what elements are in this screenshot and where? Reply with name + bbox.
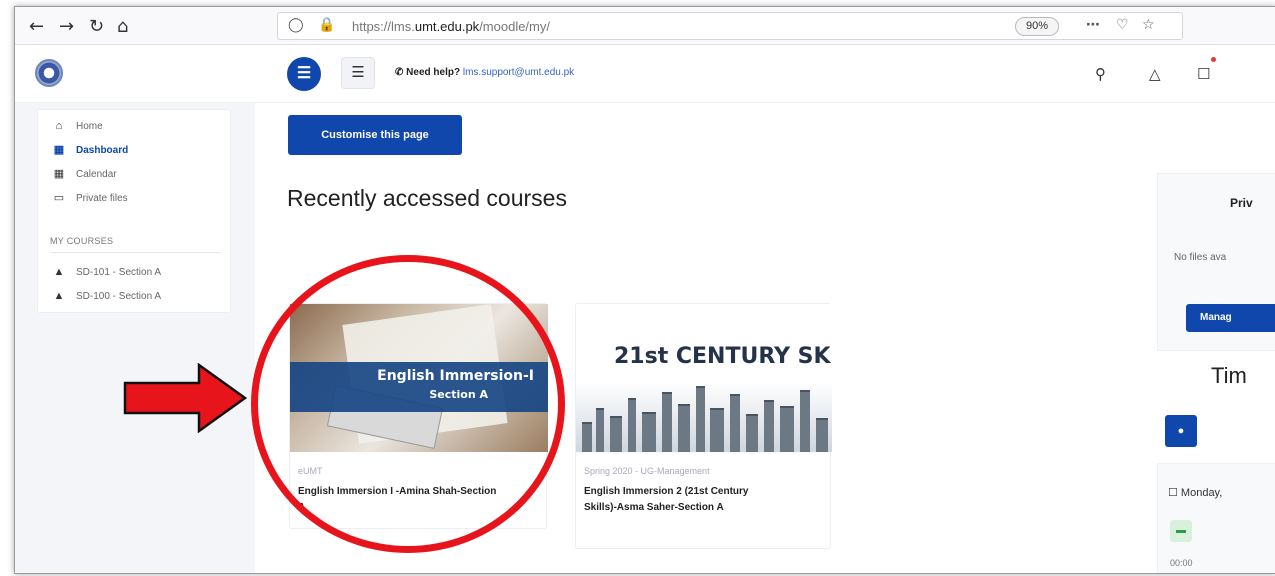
- sidebar-item-calendar[interactable]: ▦ Calendar: [50, 166, 117, 182]
- timeline-date: ☐ Monday,: [1168, 486, 1222, 499]
- url-path: /moodle/my/: [479, 19, 550, 34]
- phone-icon: ✆: [395, 67, 404, 78]
- pocket-icon[interactable]: ♡: [1116, 17, 1129, 33]
- sidebar: ⌂ Home ▦ Dashboard ▦ Calendar ▭ Private file…: [15, 103, 255, 573]
- building: [582, 422, 592, 452]
- chat-icon[interactable]: ☐: [1197, 65, 1210, 83]
- building: [596, 408, 604, 452]
- page-title: Recently accessed courses: [287, 185, 567, 211]
- sidebar-item-private-files[interactable]: ▭ Private files: [50, 190, 128, 206]
- sidebar-item-home[interactable]: ⌂ Home: [50, 118, 103, 134]
- building: [730, 394, 740, 452]
- nav-card: ⌂ Home ▦ Dashboard ▦ Calendar ▭ Private file…: [37, 109, 231, 313]
- building: [746, 414, 758, 452]
- building: [710, 408, 724, 452]
- building: [662, 392, 672, 452]
- help-label: Need help?: [406, 67, 461, 78]
- divider: [50, 252, 220, 253]
- help-email-link[interactable]: lms.support@umt.edu.pk: [463, 67, 574, 78]
- screenshot-frame: ← → ↻ ⌂ ◯ 🔒 https://lms.umt.edu.pk/moodl…: [14, 6, 1275, 574]
- building: [610, 416, 622, 452]
- notification-dot: [1211, 57, 1216, 62]
- folder-icon: ▭: [53, 192, 65, 204]
- bell-icon[interactable]: △: [1149, 65, 1161, 83]
- calendar-icon: ☐: [1168, 487, 1181, 499]
- menu-icon: ☰: [296, 65, 312, 82]
- no-files-text: No files ava: [1174, 252, 1227, 263]
- course-title-link[interactable]: English Immersion 2 (21st Century Skills…: [584, 484, 774, 516]
- private-files-block: Priv No files ava Manag: [1157, 173, 1275, 351]
- graduation-cap-icon: ▲: [53, 266, 65, 278]
- customise-page-button[interactable]: Customise this page: [288, 115, 462, 155]
- building: [816, 418, 828, 452]
- lock-icon[interactable]: 🔒: [318, 17, 335, 33]
- course-card[interactable]: 21st CENTURY SK Spring 2020 - UG-Managem…: [575, 303, 832, 549]
- url-prefix: https://lms.: [352, 19, 415, 34]
- drawer-toggle-button[interactable]: ☰: [287, 57, 321, 91]
- building: [764, 400, 774, 452]
- sidebar-item-sd100[interactable]: ▲ SD-100 - Section A: [50, 288, 162, 304]
- more-icon[interactable]: ⋯: [1086, 17, 1100, 33]
- timeline-date-label: Monday,: [1180, 487, 1223, 499]
- timeline-filter-button[interactable]: ●: [1165, 415, 1197, 447]
- home-icon: ⌂: [55, 120, 63, 132]
- address-bar[interactable]: ◯ 🔒 https://lms.umt.edu.pk/moodle/my/ 90…: [277, 12, 1183, 40]
- course-image-title-text: 21st CENTURY SK: [614, 344, 831, 369]
- back-icon[interactable]: ←: [29, 16, 44, 37]
- app-header: ☰ ☰ ✆ Need help? lms.support@umt.edu.pk …: [15, 45, 1275, 103]
- reload-icon[interactable]: ↻: [89, 16, 104, 37]
- private-files-heading: Priv: [1230, 196, 1253, 210]
- course-category: Spring 2020 - UG-Management: [584, 466, 710, 476]
- building: [780, 406, 794, 452]
- graduation-cap-icon: ▲: [53, 290, 65, 302]
- pointer-arrow-icon: [123, 363, 247, 433]
- home-icon[interactable]: ⌂: [117, 16, 128, 37]
- search-icon[interactable]: ⚲: [1095, 65, 1106, 83]
- manage-files-button[interactable]: Manag: [1186, 304, 1275, 332]
- star-icon[interactable]: ☆: [1142, 17, 1155, 33]
- my-courses-heading: MY COURSES: [50, 236, 114, 246]
- course-image-title: 21st CENTURY SK: [614, 344, 831, 369]
- course-image[interactable]: 21st CENTURY SK: [576, 304, 832, 452]
- timeline-block: ☐ Monday, ▬ 00:00: [1157, 463, 1275, 573]
- sidebar-item-label: SD-101 - Section A: [76, 267, 162, 278]
- sidebar-item-sd101[interactable]: ▲ SD-101 - Section A: [50, 264, 162, 280]
- building: [696, 386, 705, 452]
- building: [800, 390, 810, 452]
- skyline-image: [576, 382, 832, 452]
- forward-icon[interactable]: →: [59, 16, 74, 37]
- timeline-heading: Tim: [1211, 363, 1247, 388]
- building: [628, 398, 636, 452]
- umt-logo[interactable]: [35, 59, 63, 87]
- activity-icon[interactable]: ▬: [1170, 520, 1192, 542]
- url-text[interactable]: https://lms.umt.edu.pk/moodle/my/: [352, 19, 550, 34]
- url-domain: umt.edu.pk: [414, 19, 480, 34]
- zoom-level[interactable]: 90%: [1015, 17, 1059, 36]
- shield-icon[interactable]: ◯: [288, 17, 304, 33]
- sidebar-item-label: Calendar: [76, 169, 117, 180]
- highlight-circle: [251, 255, 565, 553]
- list-view-button[interactable]: ☰: [341, 57, 375, 89]
- list-icon: ☰: [351, 64, 365, 81]
- sidebar-item-label: SD-100 - Section A: [76, 291, 162, 302]
- dashboard-icon: ▦: [53, 144, 65, 156]
- clock-icon: ●: [1177, 425, 1185, 437]
- building: [678, 404, 690, 452]
- building: [642, 412, 656, 452]
- sidebar-item-label: Home: [76, 121, 103, 132]
- sidebar-item-label: Dashboard: [76, 145, 129, 156]
- event-time: 00:00: [1170, 558, 1193, 568]
- sidebar-item-label: Private files: [76, 193, 128, 204]
- calendar-icon: ▦: [53, 168, 65, 180]
- sidebar-item-dashboard[interactable]: ▦ Dashboard: [50, 142, 128, 158]
- browser-toolbar: ← → ↻ ⌂ ◯ 🔒 https://lms.umt.edu.pk/moodl…: [15, 7, 1275, 45]
- help-text: ✆ Need help? lms.support@umt.edu.pk: [395, 67, 574, 78]
